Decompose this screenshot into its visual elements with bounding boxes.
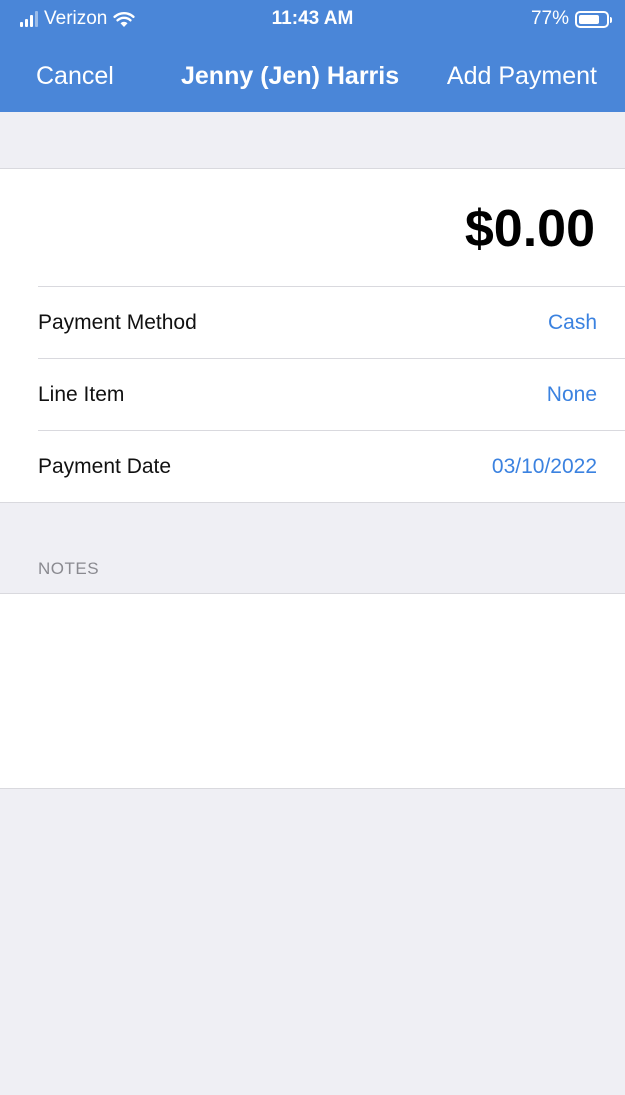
notes-header: NOTES [38,559,100,578]
amount-row[interactable]: $0.00 [0,168,625,286]
battery-fill [579,14,599,24]
top-bar: Verizon 11:43 AM 77% Cancel Jenny (Jen) … [0,0,625,112]
amount-field[interactable]: $0.00 [465,199,595,259]
page-title: Jenny (Jen) Harris [181,62,400,90]
navigation-bar: Cancel Jenny (Jen) Harris Add Payment [0,52,625,102]
cancel-button[interactable]: Cancel [36,62,114,91]
battery-icon [575,10,612,28]
payment-details-list: Payment Method Cash Line Item None Payme… [0,286,625,503]
status-bar: Verizon 11:43 AM 77% [0,0,625,40]
add-payment-button[interactable]: Add Payment [447,62,597,91]
line-item-row[interactable]: Line Item None [38,358,625,430]
payment-method-label: Payment Method [38,311,197,334]
payment-method-value[interactable]: Cash [548,311,597,335]
payment-date-row[interactable]: Payment Date 03/10/2022 [38,430,625,502]
status-right: 77% [530,8,612,30]
notes-textarea[interactable] [0,593,625,789]
battery-percent: 77% [530,8,569,29]
payment-date-label: Payment Date [38,455,172,478]
payment-method-row[interactable]: Payment Method Cash [38,286,625,358]
line-item-label: Line Item [38,383,125,406]
payment-date-value[interactable]: 03/10/2022 [492,455,597,479]
line-item-value[interactable]: None [547,383,597,407]
